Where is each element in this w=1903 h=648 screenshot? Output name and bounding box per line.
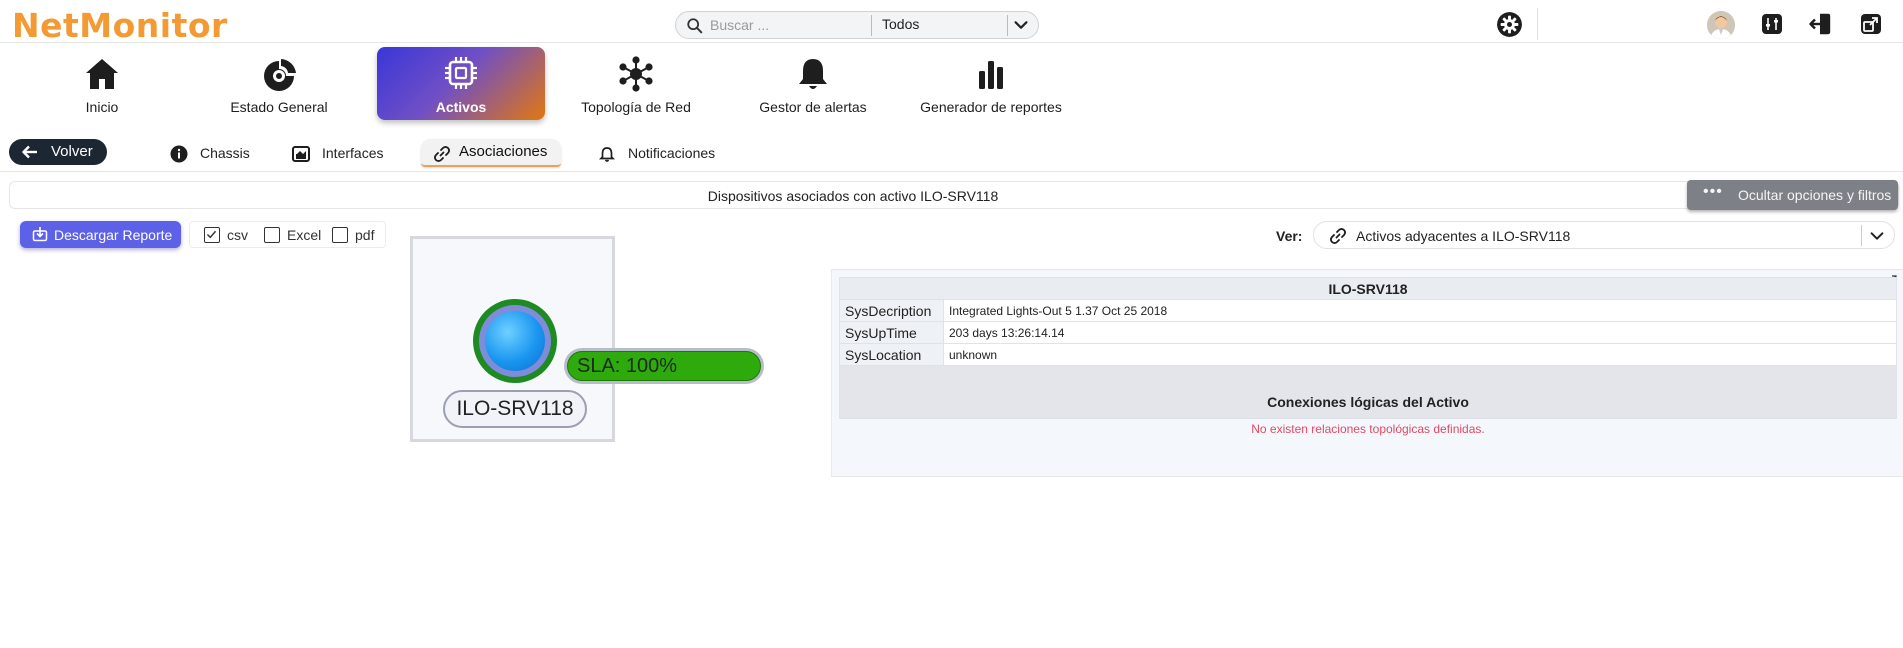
download-report-button[interactable]: Descargar Reporte bbox=[20, 221, 181, 248]
module-label: Topología de Red bbox=[581, 99, 691, 115]
asset-node-card[interactable]: ILO-SRV118 bbox=[410, 236, 615, 442]
tab-chassis[interactable]: Chassis bbox=[170, 139, 260, 167]
logical-connections-title: Conexiones lógicas del Activo bbox=[839, 365, 1897, 419]
sla-label: SLA: 100% bbox=[577, 355, 678, 377]
module-label: Generador de reportes bbox=[920, 99, 1062, 115]
back-button-label: Volver bbox=[51, 143, 93, 160]
view-select[interactable]: Activos adyacentes a ILO-SRV118 bbox=[1313, 221, 1895, 249]
tab-label: Interfaces bbox=[322, 145, 384, 161]
link-icon bbox=[1330, 228, 1346, 244]
view-selected-value: Activos adyacentes a ILO-SRV118 bbox=[1356, 228, 1571, 244]
module-nav: Inicio Estado General Activos Topología … bbox=[0, 47, 1100, 121]
image-icon bbox=[292, 146, 310, 162]
format-options: csv Excel pdf bbox=[189, 221, 386, 248]
module-estado-general[interactable]: Estado General bbox=[195, 47, 363, 120]
chevron-down-icon[interactable] bbox=[1868, 227, 1886, 245]
module-generador-reportes[interactable]: Generador de reportes bbox=[907, 47, 1075, 120]
header-divider bbox=[1537, 8, 1538, 40]
home-icon bbox=[86, 59, 118, 89]
table-row: SysUpTime 203 days 13:26:14.14 bbox=[839, 321, 1897, 344]
back-button[interactable]: Volver bbox=[9, 139, 107, 165]
table-row: SysDecription Integrated Lights-Out 5 1.… bbox=[839, 299, 1897, 322]
module-gestor-alertas[interactable]: Gestor de alertas bbox=[729, 47, 897, 120]
view-select-divider bbox=[1861, 225, 1862, 246]
equalizer-icon[interactable] bbox=[1760, 12, 1784, 36]
download-report-label: Descargar Reporte bbox=[54, 227, 173, 243]
bar-chart-icon bbox=[979, 61, 1003, 89]
node-status-icon[interactable] bbox=[473, 299, 557, 383]
toggle-filters-button[interactable]: ••• Ocultar opciones y filtros bbox=[1687, 180, 1898, 210]
view-label: Ver: bbox=[1276, 228, 1303, 244]
syslocation-key: SysLocation bbox=[839, 343, 944, 366]
user-avatar-icon bbox=[1707, 11, 1735, 39]
module-topologia[interactable]: Topología de Red bbox=[552, 47, 720, 120]
sysuptime-value: 203 days 13:26:14.14 bbox=[943, 321, 1897, 344]
module-label: Estado General bbox=[230, 99, 328, 115]
empty-relations-message: No existen relaciones topológicas defini… bbox=[1251, 422, 1485, 436]
top-bar: NetMonitor Todos bbox=[0, 0, 1903, 45]
gear-icon[interactable] bbox=[1497, 12, 1522, 37]
arrow-left-icon bbox=[22, 145, 37, 159]
check-icon bbox=[206, 230, 217, 239]
search-bar: Todos bbox=[675, 11, 1039, 39]
module-inicio[interactable]: Inicio bbox=[18, 47, 186, 120]
module-label: Gestor de alertas bbox=[759, 99, 867, 115]
app-logo[interactable]: NetMonitor bbox=[12, 6, 228, 45]
bell-icon bbox=[598, 147, 616, 162]
sysdescription-key: SysDecription bbox=[839, 299, 944, 322]
search-divider bbox=[871, 15, 872, 36]
tab-label: Chassis bbox=[200, 145, 250, 161]
search-chevron-divider bbox=[1007, 15, 1008, 36]
more-dots-icon: ••• bbox=[1703, 183, 1723, 200]
link-icon bbox=[434, 146, 450, 162]
chevron-down-icon[interactable] bbox=[1012, 16, 1030, 34]
node-name-label[interactable]: ILO-SRV118 bbox=[443, 390, 587, 428]
info-bar: Dispositivos asociados con activo ILO-SR… bbox=[9, 180, 1899, 210]
external-link-icon[interactable] bbox=[1859, 12, 1883, 36]
module-label: Inicio bbox=[85, 99, 119, 115]
module-label: Activos bbox=[435, 99, 487, 115]
sysdescription-value: Integrated Lights-Out 5 1.37 Oct 25 2018 bbox=[943, 299, 1897, 322]
bell-icon bbox=[799, 59, 827, 89]
search-icon bbox=[687, 18, 703, 34]
dashboard-icon bbox=[264, 59, 296, 91]
asset-detail-panel: ILO-SRV118 SysDecription Integrated Ligh… bbox=[831, 269, 1903, 477]
download-icon bbox=[32, 227, 48, 242]
associated-devices-title: Dispositivos asociados con activo ILO-SR… bbox=[707, 188, 999, 204]
csv-checkbox[interactable] bbox=[204, 227, 220, 243]
tab-interfaces[interactable]: Interfaces bbox=[292, 139, 392, 167]
info-icon bbox=[170, 145, 188, 163]
search-scope-select[interactable]: Todos bbox=[882, 16, 919, 32]
tab-notificaciones[interactable]: Notificaciones bbox=[598, 139, 728, 167]
csv-label: csv bbox=[227, 227, 248, 243]
table-row: SysLocation unknown bbox=[839, 343, 1897, 366]
chip-icon bbox=[445, 57, 477, 89]
tab-asociaciones[interactable]: Asociaciones bbox=[421, 139, 561, 167]
excel-checkbox[interactable] bbox=[264, 227, 280, 243]
pdf-checkbox[interactable] bbox=[332, 227, 348, 243]
asset-detail-title: ILO-SRV118 bbox=[839, 277, 1897, 300]
module-activos[interactable]: Activos bbox=[377, 47, 545, 120]
topology-icon bbox=[619, 56, 653, 92]
excel-label: Excel bbox=[287, 227, 322, 243]
sla-badge: SLA: 100% bbox=[564, 348, 764, 384]
sub-nav: Volver Chassis Interfaces Asociaciones N… bbox=[0, 132, 1903, 172]
syslocation-value: unknown bbox=[943, 343, 1897, 366]
avatar[interactable] bbox=[1707, 11, 1735, 39]
tab-label: Asociaciones bbox=[459, 143, 548, 160]
asset-detail-table: ILO-SRV118 SysDecription Integrated Ligh… bbox=[839, 277, 1897, 419]
logout-icon[interactable] bbox=[1808, 12, 1832, 36]
tab-label: Notificaciones bbox=[628, 145, 716, 161]
sysuptime-key: SysUpTime bbox=[839, 321, 944, 344]
toggle-filters-label: Ocultar opciones y filtros bbox=[1738, 187, 1892, 203]
pdf-label: pdf bbox=[355, 227, 375, 243]
